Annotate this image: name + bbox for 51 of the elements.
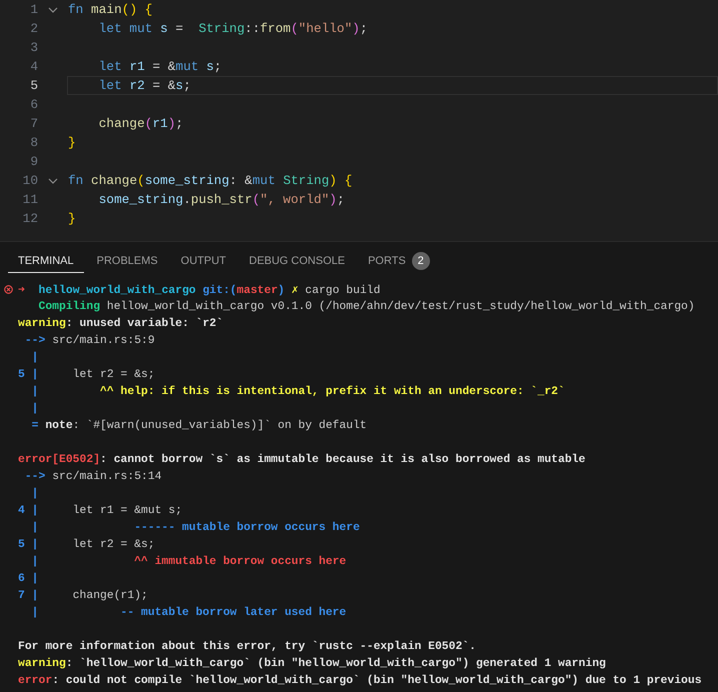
terminal-line: = note: `#[warn(unused_variables)]` on by default bbox=[30, 420, 367, 432]
terminal-line: error: could not compile `hellow_world_with_cargo` (bin "hellow_world_with_cargo") due to 1 previous bbox=[18, 674, 702, 686]
code-line: fn change(some_string: &mut String) { bbox=[67, 172, 354, 190]
terminal-line: --> src/main.rs:5:9 bbox=[24, 334, 155, 346]
panel-tab[interactable]: TERMINAL bbox=[8, 249, 84, 273]
line-number: 12 bbox=[22, 211, 38, 226]
panel-tab[interactable]: DEBUG CONSOLE bbox=[239, 249, 355, 273]
code-line: } bbox=[67, 134, 77, 152]
line-number: 6 bbox=[29, 97, 38, 112]
terminal-line: | bbox=[30, 488, 39, 500]
line-number: 8 bbox=[29, 135, 38, 150]
line-number: 10 bbox=[22, 173, 38, 188]
terminal-line: | bbox=[30, 352, 39, 364]
terminal-line: 5 | let r2 = &s; bbox=[18, 368, 155, 380]
error-icon[interactable] bbox=[4, 285, 13, 294]
chevron-down-icon[interactable] bbox=[48, 6, 58, 12]
terminal-line: For more information about this error, try `rustc --explain E0502`. bbox=[18, 640, 476, 652]
terminal-line: | ^^ help: if this is intentional, prefix it with an underscore: `_r2` bbox=[30, 386, 565, 398]
line-number: 5 bbox=[29, 78, 38, 93]
code-line: let r1 = &mut s; bbox=[98, 58, 223, 76]
terminal-line: | bbox=[30, 402, 39, 414]
terminal-line: error[E0502]: cannot borrow `s` as immutable because it is also borrowed as mutable bbox=[18, 454, 586, 466]
terminal-line: 7 | change(r1); bbox=[18, 590, 148, 602]
terminal-line: | ------ mutable borrow occurs here bbox=[30, 522, 360, 534]
line-number: 2 bbox=[29, 21, 38, 36]
line-number: 9 bbox=[29, 154, 38, 169]
terminal-line: --> src/main.rs:5:14 bbox=[24, 470, 162, 482]
line-number: 4 bbox=[29, 59, 38, 74]
terminal-line: warning: unused variable: `r2` bbox=[18, 318, 224, 330]
line-number: 3 bbox=[29, 40, 38, 55]
code-line: change(r1); bbox=[98, 115, 184, 133]
terminal-line: | -- mutable borrow later used here bbox=[30, 606, 346, 618]
panel-tab[interactable]: OUTPUT bbox=[170, 249, 236, 273]
terminal-line: 4 | let r1 = &mut s; bbox=[18, 504, 182, 516]
line-number: 1 bbox=[29, 2, 38, 17]
panel-tab[interactable]: PROBLEMS bbox=[86, 249, 168, 273]
panel-tab[interactable]: PORTS 2 bbox=[358, 246, 440, 276]
chevron-down-icon[interactable] bbox=[48, 178, 58, 184]
terminal-line: 5 | let r2 = &s; bbox=[18, 538, 155, 550]
code-line: } bbox=[67, 210, 77, 228]
code-line: let mut s = String::from("hello"); bbox=[98, 20, 369, 38]
terminal-prompt: ➜ hellow_world_with_cargo git:(master) ✗ cargo build bbox=[18, 284, 380, 297]
count-badge: 2 bbox=[412, 252, 430, 270]
line-number: 7 bbox=[29, 116, 38, 131]
terminal-line: | ^^ immutable borrow occurs here bbox=[30, 556, 346, 568]
terminal-line: warning: `hellow_world_with_cargo` (bin "hellow_world_with_cargo") generated 1 warning bbox=[18, 658, 606, 670]
terminal-line: Compiling hellow_world_with_cargo v0.1.0 (/home/ahn/dev/test/rust_study/hellow_world_with_cargo) bbox=[38, 300, 695, 312]
terminal-line: 6 | bbox=[18, 572, 39, 584]
code-line: fn main() { bbox=[67, 1, 154, 19]
line-number: 11 bbox=[22, 192, 38, 207]
code-line: some_string.push_str(", world"); bbox=[98, 191, 346, 209]
